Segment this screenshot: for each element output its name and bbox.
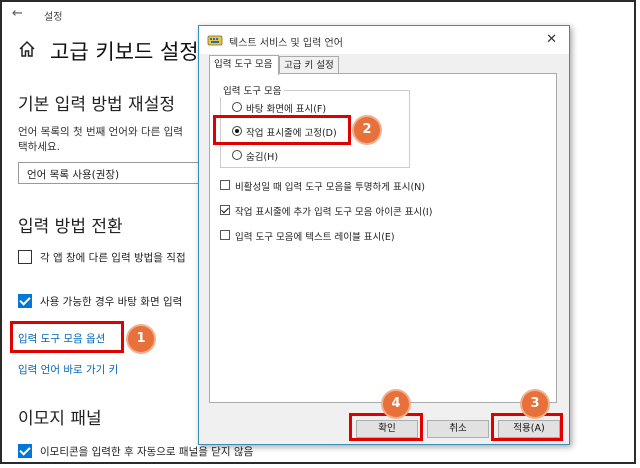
- checkbox-box[interactable]: [18, 250, 32, 264]
- settings-titlebar: ← 설정: [2, 2, 202, 28]
- emoji-panel-checkbox[interactable]: 이모티콘을 입력한 후 자동으로 패널을 닫지 않음: [18, 444, 318, 462]
- home-icon[interactable]: [18, 40, 36, 58]
- groupbox-title: 입력 도구 모음: [220, 83, 285, 97]
- input-language-hotkeys-link[interactable]: 입력 언어 바로 가기 키: [18, 362, 118, 377]
- checkbox-box[interactable]: [18, 444, 32, 458]
- checkbox-label: 비활성일 때 입력 도구 모음을 투명하게 표시(N): [235, 182, 425, 193]
- description-line-2: 택하세요.: [18, 141, 60, 153]
- checkbox-box[interactable]: [220, 205, 230, 215]
- section-emoji-panel: 이모지 패널: [18, 409, 102, 429]
- step-badge-3: 3: [522, 391, 548, 417]
- checkbox-label: 입력 도구 모음에 텍스트 레이블 표시(E): [235, 232, 395, 243]
- dialog-titlebar: 텍스트 서비스 및 입력 언어 ✕: [199, 26, 569, 54]
- checkbox-label: 각 앱 창에 다른 입력 방법을 직접: [40, 252, 186, 264]
- radio-button[interactable]: [232, 102, 242, 112]
- radio-button[interactable]: [232, 150, 242, 160]
- highlight-box-2: [213, 115, 351, 145]
- input-method-dropdown[interactable]: 언어 목록 사용(권장): [18, 162, 218, 184]
- dialog-title: 텍스트 서비스 및 입력 언어: [229, 38, 343, 49]
- page-title: 고급 키보드 설정: [50, 40, 199, 64]
- checkbox-box[interactable]: [220, 230, 230, 240]
- description-line-1: 언어 목록의 첫 번째 언어와 다른 입력: [18, 126, 183, 138]
- tab-advanced-key-settings[interactable]: 고급 키 설정: [279, 56, 339, 74]
- step-badge-4: 4: [383, 391, 409, 417]
- checkbox-label: 사용 가능한 경우 바탕 화면 입력: [40, 296, 183, 308]
- tab-language-bar[interactable]: 입력 도구 모음: [209, 55, 279, 75]
- step-badge-1: 1: [128, 326, 154, 352]
- desktop-language-bar-checkbox[interactable]: 사용 가능한 경우 바탕 화면 입력: [18, 294, 208, 312]
- checkbox-label: 이모티콘을 입력한 후 자동으로 패널을 닫지 않음: [40, 446, 254, 458]
- back-arrow-icon[interactable]: ←: [12, 6, 23, 21]
- checkbox-box[interactable]: [18, 294, 32, 308]
- radio-label: 바탕 화면에 표시(F): [246, 104, 327, 115]
- per-app-input-checkbox[interactable]: 각 앱 창에 다른 입력 방법을 직접: [18, 250, 208, 268]
- keyboard-icon: [207, 35, 223, 46]
- radio-label: 숨김(H): [246, 152, 279, 163]
- section-switch-input: 입력 방법 전환: [18, 217, 123, 237]
- step-badge-2: 2: [354, 117, 380, 143]
- section-default-input: 기본 입력 방법 재설정: [18, 95, 175, 115]
- cancel-button[interactable]: 취소: [427, 420, 489, 438]
- close-icon[interactable]: ✕: [546, 32, 557, 47]
- highlight-box-4: [349, 413, 423, 441]
- checkbox-label: 작업 표시줄에 추가 입력 도구 모음 아이콘 표시(I): [235, 207, 433, 218]
- highlight-box-1: [10, 321, 124, 353]
- text-services-dialog: 텍스트 서비스 및 입력 언어 ✕ 입력 도구 모음 고급 키 설정 입력 도구…: [198, 25, 570, 445]
- checkbox-box[interactable]: [220, 180, 230, 190]
- app-title: 설정: [44, 12, 63, 23]
- highlight-box-3: [491, 413, 563, 441]
